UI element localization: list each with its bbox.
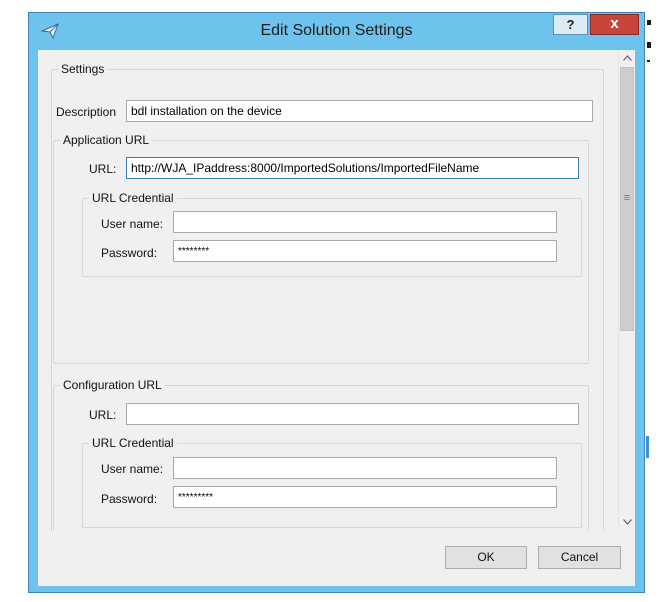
help-button[interactable]: ?: [553, 14, 588, 35]
vertical-scrollbar[interactable]: ≡: [618, 50, 635, 531]
configuration-password-input[interactable]: [173, 486, 557, 508]
description-label: Description: [56, 105, 117, 119]
description-input[interactable]: [126, 100, 593, 122]
title-bar[interactable]: Edit Solution Settings ? x: [29, 13, 644, 50]
configuration-url-label: URL:: [89, 408, 117, 422]
application-username-label: User name:: [101, 217, 164, 231]
application-url-credential-group: URL Credential: [82, 191, 582, 277]
configuration-username-input[interactable]: [173, 457, 557, 479]
scroll-down-button[interactable]: [619, 514, 635, 531]
configuration-username-label: User name:: [101, 462, 164, 476]
application-username-input[interactable]: [173, 211, 557, 233]
application-password-input[interactable]: [173, 240, 557, 262]
background-mark: [647, 42, 651, 48]
background-accent: [646, 436, 649, 458]
application-credential-group-label: URL Credential: [89, 191, 177, 205]
settings-group-label: Settings: [58, 62, 108, 76]
configuration-credential-group-label: URL Credential: [89, 436, 177, 450]
scrollbar-thumb[interactable]: ≡: [620, 67, 634, 331]
close-button[interactable]: x: [590, 14, 639, 35]
chevron-up-icon: [622, 55, 632, 61]
cancel-button[interactable]: Cancel: [538, 546, 621, 569]
ok-button[interactable]: OK: [445, 546, 527, 569]
configuration-url-group-label: Configuration URL: [60, 378, 165, 392]
background-window-edge: [644, 0, 667, 602]
configuration-url-input[interactable]: [126, 403, 579, 425]
application-url-label: URL:: [89, 162, 117, 176]
background-mark: [647, 60, 650, 62]
chevron-down-icon: [622, 519, 632, 525]
settings-scroll-panel: Settings Description Application URL URL…: [38, 50, 635, 531]
configuration-password-label: Password:: [101, 492, 158, 506]
dialog-client-area: Settings Description Application URL URL…: [38, 50, 635, 586]
application-password-label: Password:: [101, 246, 158, 260]
edit-solution-settings-dialog: Edit Solution Settings ? x Settings Desc…: [28, 12, 645, 593]
background-mark: [647, 20, 651, 25]
scrollbar-grip-icon: ≡: [623, 192, 631, 204]
application-url-group-label: Application URL: [60, 133, 153, 147]
scroll-up-button[interactable]: [619, 50, 635, 67]
application-url-input[interactable]: [126, 157, 579, 179]
dialog-title: Edit Solution Settings: [260, 22, 413, 39]
